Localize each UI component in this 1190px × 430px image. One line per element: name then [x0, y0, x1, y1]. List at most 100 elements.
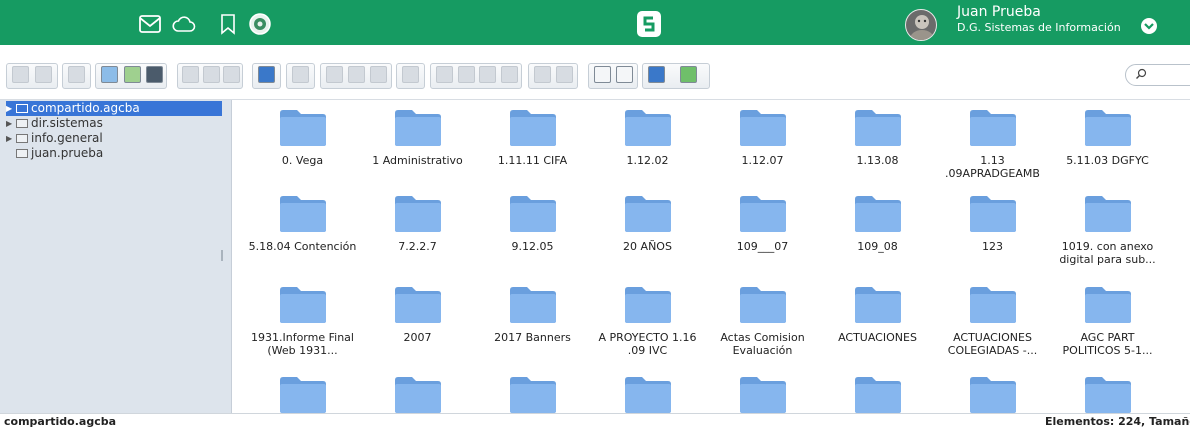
- folder-icon: [970, 377, 1016, 413]
- folder-icon: [970, 287, 1016, 323]
- folder-label: 0. Vega: [281, 154, 324, 167]
- avatar[interactable]: [905, 9, 937, 41]
- folder-label: AGC PART POLITICOS 5-1...: [1062, 331, 1153, 357]
- folder-label: 7.2.2.7: [398, 240, 437, 253]
- home-icon[interactable]: [68, 66, 85, 83]
- folder-icon: [970, 110, 1016, 146]
- expand-arrow-icon[interactable]: ▶: [6, 101, 16, 116]
- folder-label: 1931.Informe Final (Web 1931...: [251, 331, 354, 357]
- drive-icon: [16, 134, 28, 143]
- archive-icon[interactable]: [479, 66, 496, 83]
- sidebar-item-label: juan.prueba: [31, 146, 104, 160]
- folder-icon: [855, 196, 901, 232]
- folder-icon: [855, 110, 901, 146]
- sidebar-item[interactable]: ▶ info.general: [6, 131, 103, 146]
- folder-icon: [280, 110, 326, 146]
- folder-label: A PROYECTO 1.16 .09 IVC: [598, 331, 697, 357]
- folder-label: 9.12.05: [511, 240, 554, 253]
- folder-icon: [1085, 196, 1131, 232]
- save-tab-icon[interactable]: [203, 66, 220, 83]
- folder-icon: [970, 196, 1016, 232]
- copy-icon[interactable]: [326, 66, 343, 83]
- select-icon[interactable]: [223, 66, 240, 83]
- folder-label: ACTUACIONES COLEGIADAS -...: [947, 331, 1038, 357]
- cut-icon[interactable]: [348, 66, 365, 83]
- folder-icon: [395, 287, 441, 323]
- folder-label: 2007: [403, 331, 432, 344]
- folder-icon: [510, 110, 556, 146]
- status-bar: [0, 413, 1190, 430]
- mail-icon[interactable]: [138, 12, 162, 36]
- folder-icon: [625, 287, 671, 323]
- expand-arrow-icon[interactable]: ▶: [6, 131, 16, 146]
- chevron-down-icon[interactable]: [1141, 18, 1157, 34]
- folder-icon: [625, 196, 671, 232]
- folder-label: 109_08: [857, 240, 898, 253]
- app-logo[interactable]: [634, 9, 664, 39]
- bookmark-icon[interactable]: [216, 12, 240, 36]
- rename-icon[interactable]: [436, 66, 453, 83]
- folder-icon: [855, 287, 901, 323]
- new-folder-icon[interactable]: [101, 66, 118, 83]
- drive-icon: [16, 119, 28, 128]
- fullscreen-icon[interactable]: [680, 66, 697, 83]
- expand-arrow-icon[interactable]: ▶: [6, 116, 16, 131]
- sidebar-item-label: compartido.agcba: [31, 101, 140, 115]
- folder-icon: [280, 196, 326, 232]
- copy-tab-icon[interactable]: [182, 66, 199, 83]
- folder-icon: [740, 287, 786, 323]
- drive-icon: [16, 149, 28, 158]
- seal-icon[interactable]: [248, 12, 272, 36]
- folder-icon: [510, 377, 556, 413]
- folder-label: ACTUACIONES: [838, 331, 917, 344]
- save-icon[interactable]: [146, 66, 163, 83]
- sidebar-resize-handle[interactable]: [221, 250, 223, 261]
- folder-icon: [280, 377, 326, 413]
- folder-label: 5.18.04 Contención: [248, 240, 357, 253]
- folder-icon: [510, 196, 556, 232]
- folder-label: 20 AÑOS: [623, 240, 672, 253]
- sidebar-item[interactable]: juan.prueba: [6, 146, 103, 161]
- folder-label: 1 Administrativo: [372, 154, 463, 167]
- info-icon[interactable]: [258, 66, 275, 83]
- search-icon: [1136, 68, 1147, 79]
- folder-label: 123: [982, 240, 1003, 253]
- forward-icon[interactable]: [35, 66, 52, 83]
- folder-icon: [740, 110, 786, 146]
- folder-label: 1.12.07: [741, 154, 784, 167]
- folder-label: 2017 Banners: [494, 331, 571, 344]
- status-path: compartido.agcba: [4, 415, 117, 428]
- folder-icon: [395, 377, 441, 413]
- drive-icon: [16, 104, 28, 113]
- resize-icon[interactable]: [501, 66, 518, 83]
- sidebar-item-label: info.general: [31, 131, 103, 145]
- move-icon[interactable]: [556, 66, 573, 83]
- folder-label: 1.12.02: [626, 154, 669, 167]
- folder-icon: [1085, 377, 1131, 413]
- folder-icon: [395, 110, 441, 146]
- preview-eye-icon[interactable]: [292, 66, 309, 83]
- extract-icon[interactable]: [458, 66, 475, 83]
- folder-icon: [855, 377, 901, 413]
- folder-icon: [1085, 110, 1131, 146]
- folder-icon: [395, 196, 441, 232]
- sidebar-item[interactable]: ▶ dir.sistemas: [6, 116, 103, 131]
- paste-icon[interactable]: [370, 66, 387, 83]
- quick-look-icon[interactable]: [616, 66, 633, 83]
- list-view-icon[interactable]: [594, 66, 611, 83]
- folder-icon: [280, 287, 326, 323]
- new-file-icon[interactable]: [124, 66, 141, 83]
- cloud-icon[interactable]: [172, 12, 196, 36]
- folder-label: 5.11.03 DGFYC: [1066, 154, 1149, 167]
- back-icon[interactable]: [12, 66, 29, 83]
- sort-icon[interactable]: [534, 66, 551, 83]
- user-department: D.G. Sistemas de Información: [957, 21, 1121, 34]
- duplicate-icon[interactable]: [402, 66, 419, 83]
- folder-label: Actas Comision Evaluación: [720, 331, 805, 357]
- user-name: Juan Prueba: [957, 4, 1041, 20]
- sidebar-item[interactable]: ▶ compartido.agcba: [6, 101, 222, 116]
- help-icon[interactable]: [648, 66, 665, 83]
- folder-label: 1019. con anexo digital para sub...: [1059, 240, 1156, 266]
- folder-icon: [625, 377, 671, 413]
- folder-icon: [1085, 287, 1131, 323]
